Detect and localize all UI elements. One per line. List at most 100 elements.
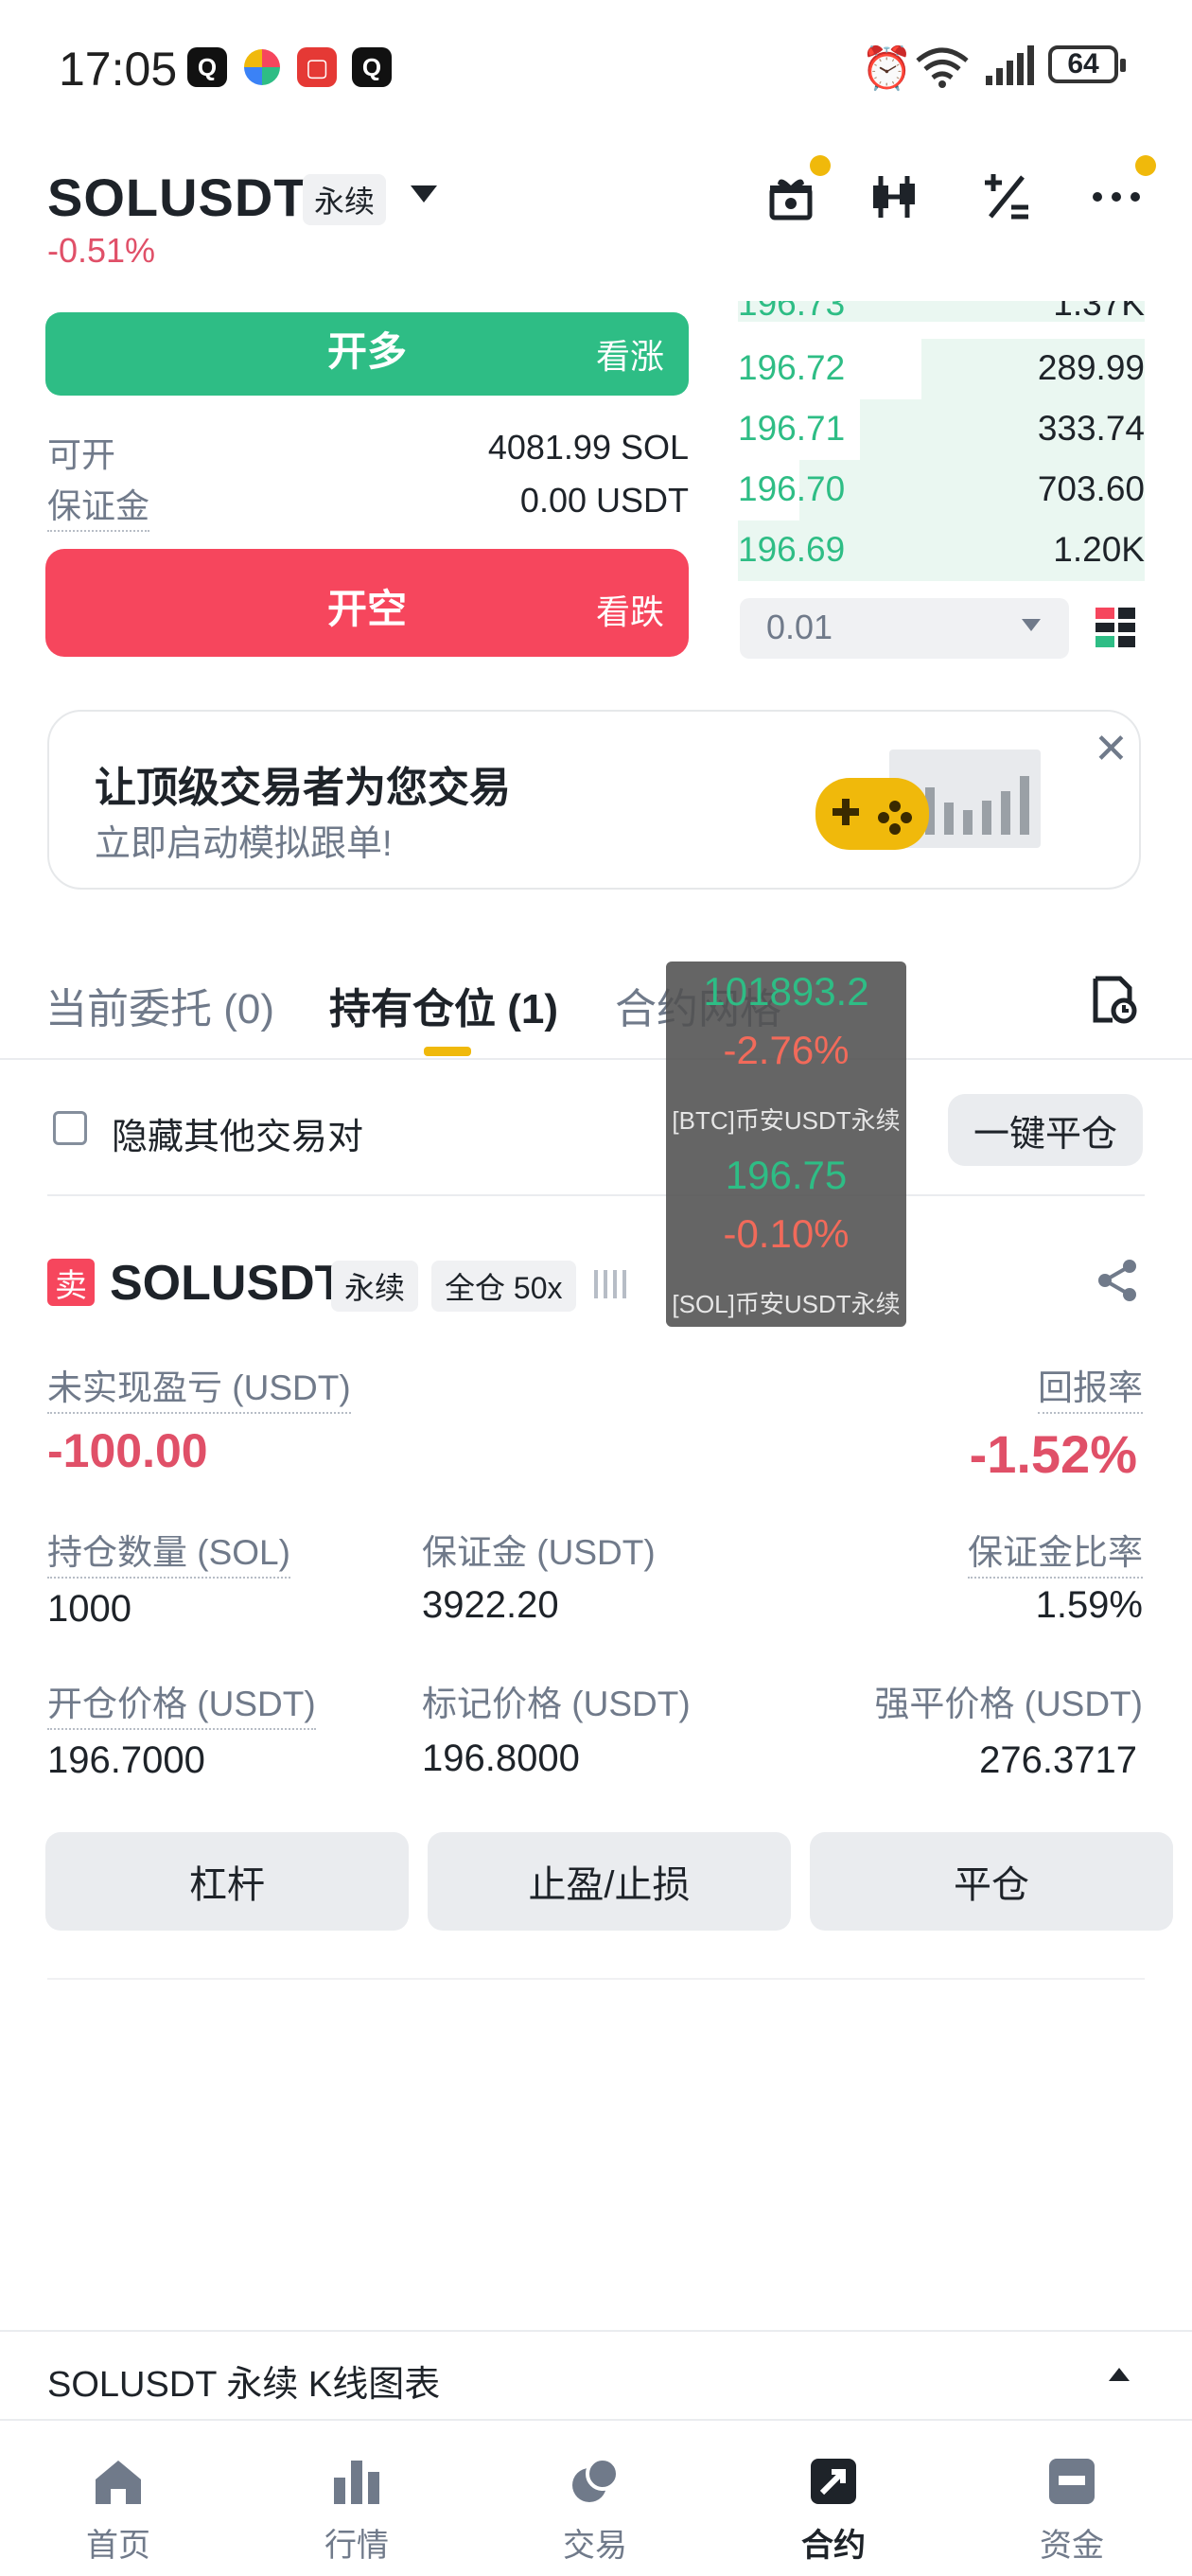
hide-others-checkbox[interactable] <box>53 1111 87 1145</box>
nav-home-label: 首页 <box>86 2528 150 2564</box>
roe-label[interactable]: 回报率 <box>1038 1359 1143 1414</box>
entry-price-value: 196.7000 <box>47 1739 205 1781</box>
chevron-down-icon <box>1022 619 1041 631</box>
available-value: 4081.99 SOL <box>487 428 689 467</box>
liq-price-label: 强平价格 (USDT) <box>874 1685 1143 1723</box>
liq-price-value: 276.3717 <box>979 1739 1137 1781</box>
btc-price: 101893.2 <box>703 969 869 1014</box>
contract-type-tag: 永续 <box>303 174 387 225</box>
nav-assets[interactable]: 资金 <box>1001 2421 1143 2576</box>
position-size-value: 1000 <box>47 1588 131 1630</box>
margin-label[interactable]: 保证金 <box>47 479 150 532</box>
order-book-price: 196.72 <box>738 348 846 387</box>
banner-title: 让顶级交易者为您交易 <box>95 765 511 811</box>
order-book-layout-icon[interactable] <box>1094 606 1137 654</box>
message-icon: ▢ <box>297 47 337 87</box>
order-book-row[interactable]: 196.69 1.20K <box>738 520 1145 581</box>
nav-futures[interactable]: 合约 <box>763 2421 904 2576</box>
order-book-qty: 1.20K <box>1053 530 1145 569</box>
sol-name: [SOL]币安USDT永续 <box>672 1290 901 1318</box>
floating-price-overlay[interactable]: 101893.2 -2.76% [BTC]币安USDT永续 196.75 -0.… <box>666 962 906 1327</box>
margin-ratio-value: 1.59% <box>1035 1584 1143 1626</box>
order-book-qty: 1.37K <box>1053 301 1145 322</box>
nav-home[interactable]: 首页 <box>47 2421 189 2576</box>
share-icon[interactable] <box>1096 1259 1139 1307</box>
symbol-dropdown-icon[interactable] <box>411 185 437 203</box>
entry-price-label[interactable]: 开仓价格 (USDT) <box>47 1675 316 1730</box>
alarm-icon: ⏰ <box>861 45 913 92</box>
futures-icon <box>811 2459 856 2504</box>
close-all-button[interactable]: 一键平仓 <box>948 1094 1143 1166</box>
order-book-partial-row[interactable]: 196.73 1.37K <box>738 301 1145 322</box>
order-book-qty: 333.74 <box>1037 409 1145 448</box>
unrealized-pnl-label[interactable]: 未实现盈亏 (USDT) <box>47 1359 351 1414</box>
nav-trade[interactable]: 交易 <box>524 2421 666 2576</box>
copy-trading-banner[interactable]: 让顶级交易者为您交易 立即启动模拟跟单! ✕ <box>47 710 1141 890</box>
open-short-label: 开空 <box>326 587 407 631</box>
sol-change: -0.10% <box>723 1211 850 1256</box>
status-time: 17:05 <box>59 43 178 96</box>
price-change: -0.51% <box>47 231 156 270</box>
candlestick-chart-icon[interactable] <box>867 167 927 227</box>
nav-futures-label: 合约 <box>801 2528 866 2564</box>
btc-name: [BTC]币安USDT永续 <box>672 1106 901 1135</box>
order-book-row[interactable]: 196.71 333.74 <box>738 399 1145 460</box>
precision-select[interactable]: 0.01 <box>740 598 1069 659</box>
markets-icon <box>334 2461 379 2504</box>
sol-price: 196.75 <box>725 1153 848 1197</box>
battery-icon: 64 <box>1048 45 1126 83</box>
nav-markets-label: 行情 <box>324 2528 389 2564</box>
leverage-button[interactable]: 杠杆 <box>45 1832 409 1931</box>
order-book-price: 196.71 <box>738 409 846 448</box>
close-banner-icon[interactable]: ✕ <box>1094 725 1129 773</box>
mark-price-label: 标记价格 (USDT) <box>422 1685 691 1723</box>
more-notification-dot <box>1135 155 1156 176</box>
nav-markets[interactable]: 行情 <box>286 2421 428 2576</box>
app-notification-icon-2: Q <box>352 47 392 87</box>
close-position-button[interactable]: 平仓 <box>810 1832 1173 1931</box>
more-icon[interactable] <box>1086 167 1147 227</box>
position-symbol[interactable]: SOLUSDT <box>110 1255 344 1312</box>
bottom-navigation: 首页 行情 交易 合约 资金 <box>0 2419 1192 2574</box>
wallet-icon <box>1049 2459 1095 2504</box>
hide-others-label[interactable]: 隐藏其他交易对 <box>112 1107 363 1159</box>
gift-icon[interactable] <box>761 167 821 227</box>
order-book-row[interactable]: 196.70 703.60 <box>738 460 1145 520</box>
tp-sl-button[interactable]: 止盈/止损 <box>428 1832 791 1931</box>
tab-positions[interactable]: 持有仓位 (1) <box>329 975 558 1035</box>
precision-value: 0.01 <box>766 608 833 646</box>
chevron-up-icon[interactable] <box>1109 2368 1130 2381</box>
nav-trade-label: 交易 <box>563 2528 627 2564</box>
order-book-price: 196.70 <box>738 469 846 508</box>
order-book-row[interactable]: 196.72 289.99 <box>738 339 1145 399</box>
margin-value: 0.00 USDT <box>519 481 689 520</box>
active-tab-indicator <box>424 1047 471 1056</box>
calculator-icon[interactable] <box>976 167 1037 227</box>
order-book-price: 196.69 <box>738 530 846 569</box>
history-icon[interactable] <box>1092 975 1137 1029</box>
order-book-price: 196.73 <box>738 301 846 322</box>
margin-mode-tag[interactable]: 全仓 50x <box>431 1261 576 1312</box>
open-long-button[interactable]: 开多 看涨 <box>45 312 689 396</box>
unrealized-pnl-value: -100.00 <box>47 1424 208 1477</box>
btc-change: -2.76% <box>723 1028 850 1072</box>
order-book-qty: 703.60 <box>1037 469 1145 508</box>
roe-value: -1.52% <box>969 1424 1137 1484</box>
symbol-title[interactable]: SOLUSDT <box>47 167 307 228</box>
position-divider <box>47 1978 1145 1980</box>
order-book-qty: 289.99 <box>1037 348 1145 387</box>
bearish-label: 看跌 <box>595 592 664 631</box>
signal-strength-icon <box>592 1266 630 1305</box>
bullish-label: 看涨 <box>595 337 664 376</box>
signal-icon <box>986 45 1034 85</box>
margin-ratio-label[interactable]: 保证金比率 <box>968 1524 1143 1579</box>
tab-open-orders[interactable]: 当前委托 (0) <box>45 975 274 1035</box>
available-label: 可开 <box>47 435 116 474</box>
open-short-button[interactable]: 开空 看跌 <box>45 549 689 657</box>
browser-icon <box>244 49 280 85</box>
filters-divider <box>47 1194 1145 1196</box>
open-long-label: 开多 <box>326 329 407 374</box>
position-size-label[interactable]: 持仓数量 (SOL) <box>47 1524 290 1579</box>
kline-chart-bar[interactable]: SOLUSDT 永续 K线图表 <box>0 2330 1192 2419</box>
wifi-icon <box>916 47 969 88</box>
